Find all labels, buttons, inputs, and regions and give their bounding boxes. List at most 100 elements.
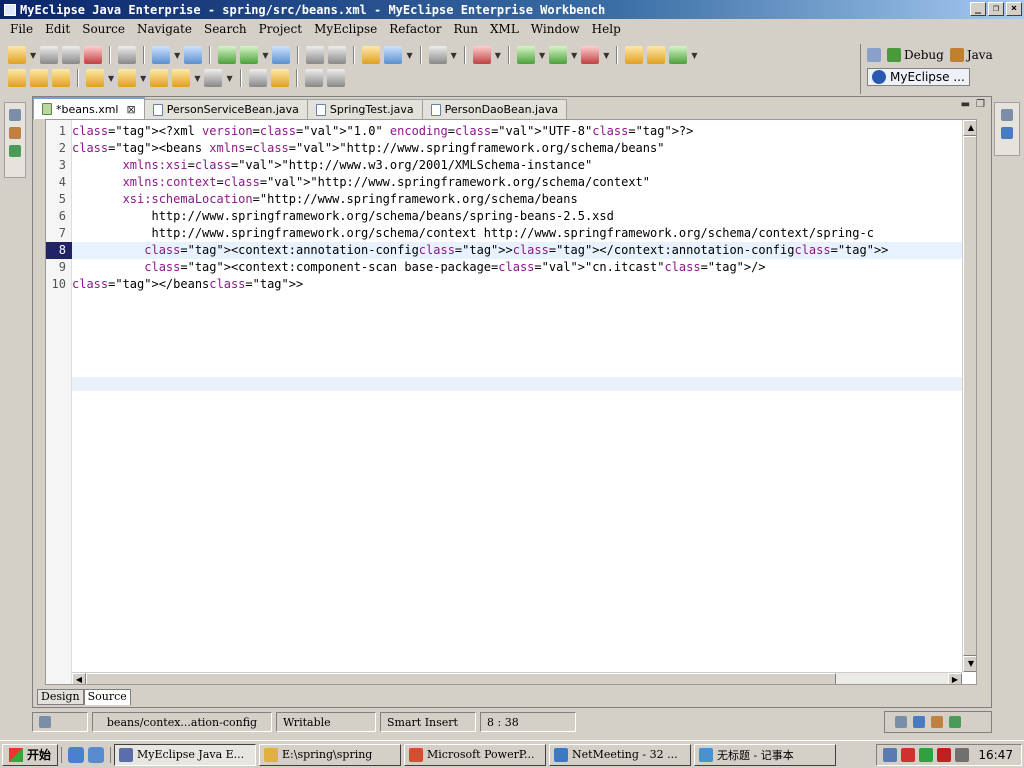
tab-beans-xml[interactable]: *beans.xml ⊠	[33, 97, 145, 119]
outline-icon[interactable]	[1001, 127, 1013, 139]
edit-icon[interactable]	[30, 69, 48, 87]
print-icon[interactable]	[62, 46, 81, 64]
forward-icon[interactable]	[204, 69, 223, 87]
format-icon[interactable]	[270, 69, 289, 87]
code-line[interactable]: 4 xmlns:context=class="val">"http://www.…	[46, 174, 976, 191]
menu-edit[interactable]: Edit	[39, 22, 76, 36]
code-line[interactable]: 7 http://www.springframework.org/schema/…	[46, 225, 976, 242]
horizontal-scrollbar[interactable]: ◀ ▶	[72, 672, 962, 684]
code-line[interactable]: 1 class="tag"><?xml version=class="val">"…	[46, 123, 976, 140]
dropdown-arrow-icon[interactable]: ▼	[262, 51, 268, 60]
toggle-mark-icon[interactable]	[248, 69, 267, 87]
back-icon[interactable]	[172, 69, 191, 87]
perspective-debug[interactable]: Debug	[887, 48, 944, 62]
minimize-editor-icon[interactable]: ▬	[961, 99, 970, 110]
code-line[interactable]: 3 xmlns:xsi=class="val">"http://www.w3.o…	[46, 157, 976, 174]
console-icon[interactable]	[913, 716, 925, 728]
menu-search[interactable]: Search	[198, 22, 253, 36]
code-text[interactable]: xmlns:context=class="val">"http://www.sp…	[72, 174, 650, 191]
code-text[interactable]: xsi:schemaLocation="http://www.springfra…	[72, 191, 578, 208]
dropdown-arrow-icon[interactable]: ▼	[451, 51, 457, 60]
taskbar-item[interactable]: E:\spring\spring	[259, 743, 402, 766]
expand-icon[interactable]	[304, 69, 323, 87]
code-text[interactable]: http://www.springframework.org/schema/co…	[72, 225, 873, 242]
properties-icon[interactable]	[949, 716, 961, 728]
clock[interactable]: 16:47	[978, 748, 1021, 762]
open-perspective-icon[interactable]	[867, 48, 881, 62]
servers-icon[interactable]	[931, 716, 943, 728]
run-icon[interactable]	[549, 46, 568, 64]
server-icon[interactable]	[118, 46, 137, 64]
taskbar-item[interactable]: Microsoft PowerP...	[404, 743, 547, 766]
code-line[interactable]: 2 class="tag"><beans xmlns=class="val">"h…	[46, 140, 976, 157]
new-project-icon[interactable]	[625, 46, 644, 64]
dropdown-arrow-icon[interactable]: ▼	[406, 51, 412, 60]
code-line[interactable]: 8 class="tag"><context:annotation-config…	[46, 242, 976, 259]
taskbar-item[interactable]: MyEclipse Java E...	[114, 743, 257, 766]
code-text[interactable]: class="tag"><context:annotation-configcl…	[72, 242, 888, 259]
minimize-button[interactable]: _	[970, 2, 986, 16]
start-button[interactable]: 开始	[2, 743, 59, 766]
code-text[interactable]: class="tag"><beans xmlns=class="val">"ht…	[72, 140, 664, 157]
web-icon[interactable]	[384, 46, 403, 64]
deploy-icon[interactable]	[218, 46, 237, 64]
screen-recorder-icon[interactable]	[901, 748, 915, 762]
external-tools-icon[interactable]	[581, 46, 600, 64]
taskbar-item[interactable]: 无标题 - 记事本	[694, 743, 837, 766]
dropdown-arrow-icon[interactable]: ▼	[194, 74, 200, 83]
code-text[interactable]: class="tag"><?xml version=class="val">"1…	[72, 123, 693, 140]
code-line[interactable]: 5 xsi:schemaLocation="http://www.springf…	[46, 191, 976, 208]
dropdown-arrow-icon[interactable]: ▼	[108, 74, 114, 83]
tab-source[interactable]: Source	[83, 689, 131, 705]
tab-persondaobean[interactable]: PersonDaoBean.java	[421, 99, 568, 119]
browser-icon[interactable]	[272, 46, 291, 64]
close-icon[interactable]: ⊠	[126, 103, 135, 116]
code-line[interactable]: 10 class="tag"></beansclass="tag">>	[46, 276, 976, 293]
show-desktop-icon[interactable]	[88, 746, 105, 763]
scroll-right-icon[interactable]: ▶	[948, 673, 962, 684]
dropdown-arrow-icon[interactable]: ▼	[495, 51, 501, 60]
next-annotation-icon[interactable]	[86, 69, 104, 87]
new-class-icon[interactable]	[669, 46, 688, 64]
package-icon[interactable]	[84, 46, 103, 64]
save-icon[interactable]	[40, 46, 59, 64]
horizontal-scroll-thumb[interactable]	[86, 673, 836, 684]
volume-icon[interactable]	[955, 748, 969, 762]
search-icon[interactable]	[184, 46, 203, 64]
restore-view-icon[interactable]	[895, 716, 907, 728]
open-type-icon[interactable]	[362, 46, 381, 64]
taskbar-item[interactable]: NetMeeting - 32 ...	[549, 743, 692, 766]
restore-view-icon[interactable]	[9, 109, 21, 121]
code-text[interactable]: xmlns:xsi=class="val">"http://www.w3.org…	[72, 157, 593, 174]
perspective-java[interactable]: Java	[949, 48, 993, 62]
vertical-scrollbar[interactable]: ▲ ▼	[962, 120, 976, 672]
menu-run[interactable]: Run	[447, 22, 484, 36]
restore-button[interactable]: ❐	[988, 2, 1004, 16]
code-text[interactable]: class="tag"><context:component-scan base…	[72, 259, 765, 276]
previous-annotation-icon[interactable]	[118, 69, 137, 87]
vertical-scroll-thumb[interactable]	[963, 136, 976, 656]
open-folder-icon[interactable]	[8, 69, 26, 87]
last-edit-icon[interactable]	[150, 69, 169, 87]
scroll-left-icon[interactable]: ◀	[72, 673, 86, 684]
restore-view-icon[interactable]	[1001, 109, 1013, 121]
code-text[interactable]: http://www.springframework.org/schema/be…	[72, 208, 613, 225]
menu-source[interactable]: Source	[76, 22, 131, 36]
menu-refactor[interactable]: Refactor	[383, 22, 447, 36]
menu-xml[interactable]: XML	[484, 22, 525, 36]
close-button[interactable]: ×	[1006, 2, 1022, 16]
dropdown-arrow-icon[interactable]: ▼	[691, 51, 697, 60]
copy-icon[interactable]	[328, 46, 347, 64]
launch-server-icon[interactable]	[240, 46, 259, 64]
plugin-icon[interactable]	[472, 46, 491, 64]
scroll-up-icon[interactable]: ▲	[963, 120, 976, 136]
collapse-icon[interactable]	[326, 69, 345, 87]
k-app-icon[interactable]	[937, 748, 951, 762]
code-text[interactable]: class="tag"></beansclass="tag">>	[72, 276, 303, 293]
menu-project[interactable]: Project	[253, 22, 308, 36]
tab-springtest[interactable]: SpringTest.java	[306, 99, 423, 119]
new-icon[interactable]	[8, 46, 26, 64]
menu-help[interactable]: Help	[586, 22, 627, 36]
dropdown-arrow-icon[interactable]: ▼	[603, 51, 609, 60]
open-icon[interactable]	[52, 69, 70, 87]
